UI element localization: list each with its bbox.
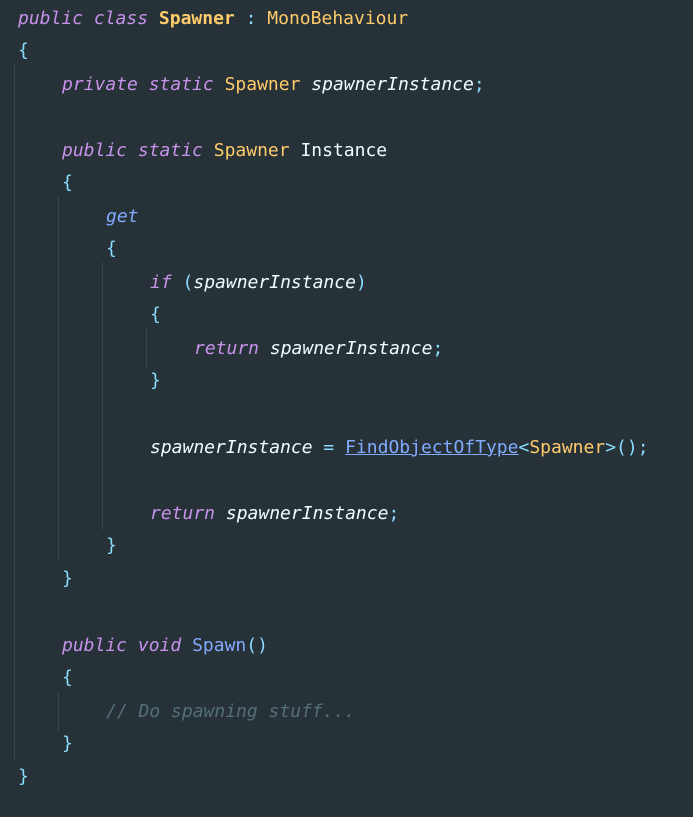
code-line-brace-open[interactable]: { xyxy=(18,38,29,64)
class-name: Spawner xyxy=(158,8,235,29)
indent-guide xyxy=(14,64,15,761)
code-line-brace-open[interactable]: { xyxy=(62,665,73,691)
keyword-static: static xyxy=(137,140,203,161)
indent-guide xyxy=(58,692,59,732)
code-line-return-statement[interactable]: return spawnerInstance; xyxy=(194,336,443,362)
code-line-if-statement[interactable]: if (spawnerInstance) xyxy=(150,270,367,296)
keyword-static: static xyxy=(148,74,214,95)
code-line-brace-close[interactable]: } xyxy=(150,368,161,394)
code-line-brace-open[interactable]: { xyxy=(62,170,73,196)
semicolon-token: ; xyxy=(388,503,400,524)
keyword-public: public xyxy=(62,140,128,161)
method-name: Spawn xyxy=(192,635,247,656)
semicolon-token: ; xyxy=(473,74,485,95)
keyword-return: return xyxy=(150,503,216,524)
variable-reference: spawnerInstance xyxy=(225,503,389,524)
code-line-brace-close[interactable]: } xyxy=(62,731,73,757)
indent-guide xyxy=(58,196,59,562)
code-line-brace-open[interactable]: { xyxy=(150,302,161,328)
keyword-private: private xyxy=(62,74,138,95)
code-line-assignment[interactable]: spawnerInstance = FindObjectOfType<Spawn… xyxy=(150,435,649,461)
code-editor[interactable]: public class Spawner : MonoBehaviour { p… xyxy=(0,0,693,817)
code-line-getter[interactable]: get xyxy=(106,204,139,230)
indent-guide xyxy=(102,262,103,530)
property-name: Instance xyxy=(300,140,388,161)
colon-token: : xyxy=(245,8,257,29)
variable-reference: spawnerInstance xyxy=(193,272,356,293)
generic-close-call-token: >(); xyxy=(605,437,649,458)
keyword-class: class xyxy=(93,8,149,29)
keyword-public: public xyxy=(62,635,128,656)
property-type: Spawner xyxy=(213,140,290,161)
function-call-link[interactable]: FindObjectOfType xyxy=(345,437,518,458)
code-line-brace-open[interactable]: { xyxy=(106,236,117,262)
keyword-void: void xyxy=(137,635,182,656)
code-line-field-declaration[interactable]: private static Spawner spawnerInstance; xyxy=(62,72,485,98)
variable-reference: spawnerInstance xyxy=(150,437,313,458)
indent-guide xyxy=(146,328,147,368)
keyword-public: public xyxy=(18,8,84,29)
code-line-class-declaration[interactable]: public class Spawner : MonoBehaviour xyxy=(18,6,408,32)
code-line-method-declaration[interactable]: public void Spawn() xyxy=(62,633,268,659)
keyword-get: get xyxy=(106,206,139,227)
code-line-property-declaration[interactable]: public static Spawner Instance xyxy=(62,138,387,164)
semicolon-token: ; xyxy=(432,338,444,359)
generic-type-argument: Spawner xyxy=(529,437,606,458)
parens-token: () xyxy=(246,635,268,656)
paren-open-token: ( xyxy=(182,272,194,293)
operator-assign: = xyxy=(323,437,335,458)
code-line-brace-close[interactable]: } xyxy=(62,566,73,592)
keyword-if: if xyxy=(150,272,172,293)
code-line-brace-close[interactable]: } xyxy=(106,533,117,559)
base-class-name: MonoBehaviour xyxy=(267,8,409,29)
field-name: spawnerInstance xyxy=(311,74,474,95)
code-line-brace-close[interactable]: } xyxy=(18,764,29,790)
keyword-return: return xyxy=(194,338,260,359)
code-line-return-statement[interactable]: return spawnerInstance; xyxy=(150,501,399,527)
field-type: Spawner xyxy=(224,74,301,95)
code-line-comment[interactable]: // Do spawning stuff... xyxy=(106,699,355,725)
generic-open-token: < xyxy=(518,437,530,458)
paren-close-token: ) xyxy=(355,272,367,293)
variable-reference: spawnerInstance xyxy=(269,338,433,359)
